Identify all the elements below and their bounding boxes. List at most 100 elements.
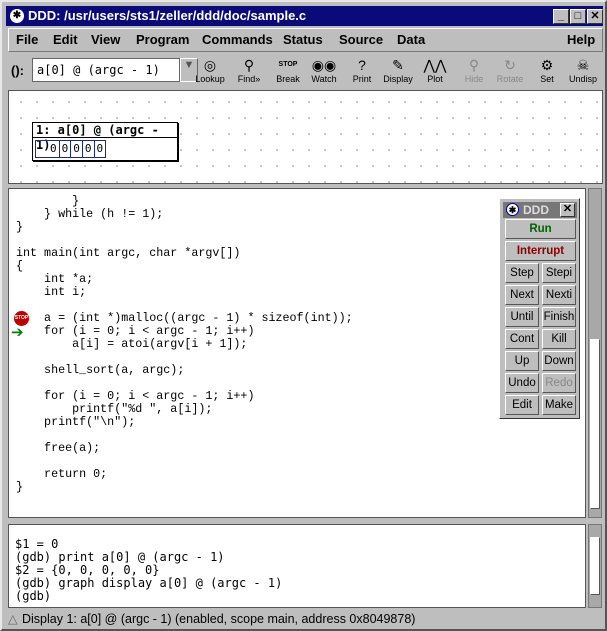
toolbar: (): a[0] @ (argc - 1) ▼ ◎ Lookup ⚲ Find» STO… <box>6 54 605 88</box>
gdb-console[interactable]: $1 = 0 (gdb) print a[0] @ (argc - 1) $2 = … <box>8 524 586 608</box>
undo-button[interactable]: Undo <box>505 373 539 393</box>
data-display-node[interactable]: 1: a[0] @ (argc - 1) 0 0 0 0 0 <box>32 122 178 161</box>
lookup-icon: ◎ <box>203 57 217 73</box>
display-icon: ✎ <box>392 57 404 73</box>
toolbar-undisp-button[interactable]: ☠ Undisp <box>565 56 601 84</box>
array-value: 0 <box>58 141 71 157</box>
status-bar: △ Display 1: a[0] @ (argc - 1) (enabled,… <box>8 610 588 628</box>
until-button[interactable]: Until <box>505 307 539 327</box>
command-tool-close-button[interactable]: ✕ <box>560 203 575 217</box>
minimize-button[interactable]: _ <box>553 9 569 24</box>
source-line: free(a); <box>16 441 101 455</box>
edit-button[interactable]: Edit <box>505 395 539 415</box>
toolbar-button-label: Set <box>540 74 554 84</box>
data-display-area[interactable]: 1: a[0] @ (argc - 1) 0 0 0 0 0 <box>8 90 603 184</box>
array-value: 0 <box>81 141 94 157</box>
make-button[interactable]: Make <box>542 395 576 415</box>
menu-edit[interactable]: Edit <box>53 32 78 47</box>
console-scrollbar[interactable] <box>588 524 602 608</box>
source-line: printf("\n"); <box>16 415 136 429</box>
toolbar-button-label: Plot <box>427 74 443 84</box>
toolbar-button-label: Print <box>352 74 372 84</box>
source-line: return 0; <box>16 467 108 481</box>
down-button[interactable]: Down <box>542 351 576 371</box>
source-line: shell_sort(a, argc); <box>16 363 185 377</box>
interrupt-button[interactable]: Interrupt <box>505 241 576 261</box>
kill-button[interactable]: Kill <box>542 329 576 349</box>
array-values: 0 0 0 0 0 <box>35 140 107 158</box>
display-title: 1: a[0] @ (argc - 1) <box>33 123 177 152</box>
plot-icon: ⋀⋀ <box>423 57 447 73</box>
toolbar-button-label: Undisp <box>568 74 597 84</box>
command-tool-title: DDD <box>523 203 549 217</box>
toolbar-button-label: Lookup <box>195 74 225 84</box>
find-icon: ⚲ <box>243 57 255 73</box>
source-line: a[i] = atoi(argv[i + 1]); <box>16 337 248 351</box>
maximize-button[interactable]: □ <box>570 9 586 24</box>
argument-input[interactable]: a[0] @ (argc - 1) <box>32 58 180 82</box>
command-tool: ✱ DDD ✕ Run Interrupt Step Stepi Next Nexti… <box>499 198 580 419</box>
toolbar-button-label: Hide <box>464 74 484 84</box>
menu-view[interactable]: View <box>91 32 120 47</box>
source-line: } while (h != 1); <box>16 207 164 221</box>
cont-button[interactable]: Cont <box>505 329 539 349</box>
status-triangle-icon[interactable]: △ <box>8 610 18 628</box>
toolbar-break-button[interactable]: STOP Break <box>270 56 306 84</box>
toolbar-lookup-button[interactable]: ◎ Lookup <box>192 56 228 84</box>
toolbar-plot-button[interactable]: ⋀⋀ Plot <box>417 56 453 84</box>
toolbar-button-label: Break <box>276 74 300 84</box>
console-scrollbar-thumb[interactable] <box>590 537 600 595</box>
watch-icon: ◉◉ <box>311 57 337 73</box>
nexti-button[interactable]: Nexti <box>542 285 576 305</box>
toolbar-button-label: Find» <box>237 74 261 84</box>
step-button[interactable]: Step <box>505 263 539 283</box>
command-tool-titlebar[interactable]: ✱ DDD ✕ <box>503 202 577 218</box>
menu-data[interactable]: Data <box>397 32 425 47</box>
console-line: (gdb) <box>15 589 59 603</box>
toolbar-button-label: Display <box>383 74 413 84</box>
run-button[interactable]: Run <box>505 219 576 239</box>
stepi-button[interactable]: Stepi <box>542 263 576 283</box>
toolbar-print-button[interactable]: ? Print <box>344 56 380 84</box>
toolbar-find-button[interactable]: ⚲ Find» <box>231 56 267 84</box>
ddd-bug-icon: ✱ <box>10 9 24 23</box>
arg-label: (): <box>11 63 24 78</box>
array-value: 0 <box>93 141 106 157</box>
menu-commands[interactable]: Commands <box>202 32 273 47</box>
finish-button[interactable]: Finish <box>542 307 576 327</box>
array-value: 0 <box>50 142 57 155</box>
source-scrollbar-thumb[interactable] <box>590 339 600 509</box>
toolbar-hide-button[interactable]: ⚲ Hide <box>456 56 492 84</box>
ddd-bug-icon: ✱ <box>506 203 519 216</box>
window-title: DDD: /usr/users/sts1/zeller/ddd/doc/samp… <box>28 8 307 23</box>
set-icon: ⚙ <box>540 57 554 73</box>
toolbar-watch-button[interactable]: ◉◉ Watch <box>306 56 342 84</box>
toolbar-rotate-button[interactable]: ↻ Rotate <box>492 56 528 84</box>
toolbar-button-label: Rotate <box>496 74 524 84</box>
undisp-icon: ☠ <box>576 57 590 73</box>
hide-icon: ⚲ <box>468 57 480 73</box>
next-button[interactable]: Next <box>505 285 539 305</box>
toolbar-display-button[interactable]: ✎ Display <box>380 56 416 84</box>
break-icon: STOP <box>278 61 298 68</box>
source-scrollbar[interactable] <box>588 188 602 518</box>
source-line: } <box>16 220 24 234</box>
menu-help[interactable]: Help <box>567 32 595 47</box>
menu-bar: File Edit View Program Commands Status S… <box>8 28 603 52</box>
rotate-icon: ↻ <box>504 57 516 73</box>
ddd-window: ✱ DDD: /usr/users/sts1/zeller/ddd/doc/sa… <box>0 0 607 631</box>
source-line: } <box>16 480 24 494</box>
title-bar: ✱ DDD: /usr/users/sts1/zeller/ddd/doc/sa… <box>6 6 603 26</box>
status-text: Display 1: a[0] @ (argc - 1) (enabled, s… <box>22 612 416 626</box>
toolbar-set-button[interactable]: ⚙ Set <box>529 56 565 84</box>
menu-status[interactable]: Status <box>283 32 323 47</box>
source-line: int main(int argc, char *argv[]) <box>16 246 241 260</box>
redo-button[interactable]: Redo <box>542 373 576 393</box>
toolbar-button-label: Watch <box>311 74 337 84</box>
up-button[interactable]: Up <box>505 351 539 371</box>
print-icon: ? <box>358 57 366 73</box>
close-button[interactable]: ✕ <box>587 9 603 24</box>
menu-file[interactable]: File <box>16 32 38 47</box>
menu-program[interactable]: Program <box>136 32 189 47</box>
menu-source[interactable]: Source <box>339 32 383 47</box>
